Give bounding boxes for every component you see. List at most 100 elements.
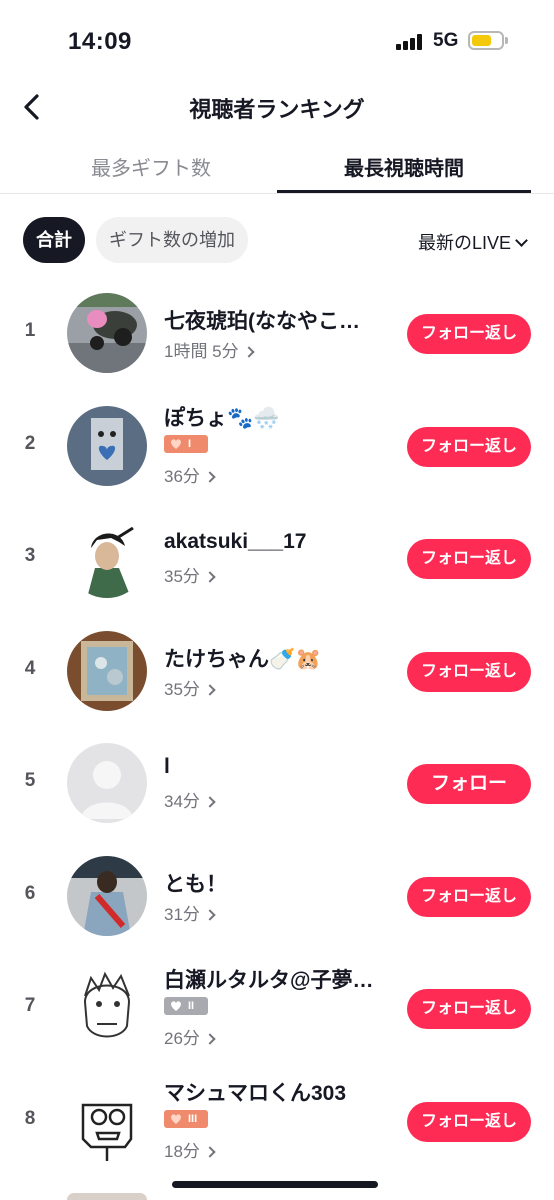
viewer-name[interactable]: たけちゃん🍼🐹 <box>164 643 321 673</box>
sort-dropdown[interactable]: 最新のLIVE <box>417 229 528 255</box>
rank-number: 3 <box>24 545 36 566</box>
chevron-right-icon <box>204 908 216 921</box>
viewer-info: とも！ 31分 <box>164 839 394 951</box>
avatar[interactable] <box>67 518 147 598</box>
list-item: 7 白瀬ルタルタ@子夢… II 26分 フォロー返し <box>0 951 554 1064</box>
viewer-info: akatsuki___17 35分 <box>164 501 394 613</box>
avatar[interactable] <box>67 1080 147 1161</box>
fan-level-badge: III <box>164 1109 208 1128</box>
viewer-name[interactable]: l <box>164 755 170 779</box>
viewer-name[interactable]: とも！ <box>164 868 227 898</box>
follow-button[interactable]: フォロー <box>407 764 531 804</box>
rank-number: 4 <box>24 657 36 679</box>
viewer-info: 白瀬ルタルタ@子夢… II 26分 <box>164 951 394 1063</box>
default-avatar-icon <box>67 743 147 823</box>
avatar[interactable] <box>67 855 147 936</box>
list-item: 3 akatsuki___17 35分 フォロー返し <box>0 501 554 614</box>
watch-duration-text: 18分 <box>164 1141 200 1161</box>
viewer-info: l 34分 <box>164 726 394 838</box>
chevron-down-icon <box>515 234 528 247</box>
fan-level: II <box>188 1000 195 1012</box>
rank-number: 7 <box>24 995 36 1016</box>
watch-duration-text: 36分 <box>164 466 200 486</box>
heart-icon <box>171 438 181 449</box>
list-item: 5 l 34分 フォロー <box>0 726 554 839</box>
viewer-ranking-list: 1 七夜琥珀(ななやこ… 1時間 5分 フォロー返し 2 ぽちょ🐾🌨️ I 36… <box>0 276 554 1176</box>
watch-duration[interactable]: 1時間 5分 <box>164 337 255 362</box>
watch-duration[interactable]: 18分 <box>164 1137 216 1162</box>
list-item: 2 ぽちょ🐾🌨️ I 36分 フォロー返し <box>0 389 554 502</box>
tab-longest-watch-time[interactable]: 最長視聴時間 <box>277 152 531 181</box>
avatar[interactable] <box>67 630 147 711</box>
watch-duration[interactable]: 35分 <box>164 675 216 700</box>
watch-duration[interactable]: 26分 <box>164 1024 216 1049</box>
heart-icon <box>171 1113 181 1124</box>
rank-number: 2 <box>24 432 36 454</box>
page-title: 視聴者ランキング <box>189 97 365 122</box>
battery-icon <box>468 31 504 50</box>
filter-bar: 合計 ギフト数の増加 最新のLIVE <box>0 217 554 263</box>
battery-tip <box>505 37 508 44</box>
avatar[interactable] <box>67 743 147 823</box>
viewer-name[interactable]: ぽちょ🐾🌨️ <box>164 402 279 432</box>
fan-level: III <box>188 1112 198 1125</box>
list-item: 4 たけちゃん🍼🐹 35分 フォロー返し <box>0 614 554 727</box>
home-indicator[interactable] <box>172 1181 378 1188</box>
viewer-name[interactable]: マシュマロくん303 <box>164 1077 346 1107</box>
tab-bar: 最多ギフト数 最長視聴時間 <box>0 142 554 194</box>
watch-duration-text: 31分 <box>164 904 200 924</box>
chevron-right-icon <box>204 1145 216 1158</box>
network-label: 5G <box>433 30 459 51</box>
viewer-name[interactable]: 白瀬ルタルタ@子夢… <box>164 964 373 994</box>
viewer-info: ぽちょ🐾🌨️ I 36分 <box>164 389 394 501</box>
list-item: 6 とも！ 31分 フォロー返し <box>0 839 554 952</box>
viewer-info: 七夜琥珀(ななやこ… 1時間 5分 <box>164 276 394 388</box>
rank-number: 8 <box>24 1107 36 1129</box>
status-time: 14:09 <box>68 28 132 55</box>
header: 視聴者ランキング <box>0 80 554 134</box>
tab-most-gifts[interactable]: 最多ギフト数 <box>24 152 278 181</box>
watch-duration-text: 26分 <box>164 1029 200 1048</box>
rank-number: 5 <box>24 770 36 791</box>
watch-duration-text: 35分 <box>164 679 200 699</box>
filter-gift-increase-chip[interactable]: ギフト数の増加 <box>96 217 248 263</box>
viewer-name[interactable]: 七夜琥珀(ななやこ… <box>164 305 360 335</box>
viewer-info: たけちゃん🍼🐹 35分 <box>164 614 394 726</box>
avatar[interactable] <box>67 293 147 373</box>
sort-label: 最新のLIVE <box>417 233 511 253</box>
follow-back-button[interactable]: フォロー返し <box>407 539 531 579</box>
list-item: 1 七夜琥珀(ななやこ… 1時間 5分 フォロー返し <box>0 276 554 389</box>
avatar[interactable] <box>67 968 147 1048</box>
chevron-right-icon <box>204 796 216 808</box>
rank-number: 1 <box>24 320 36 341</box>
filter-total-chip[interactable]: 合計 <box>23 217 85 263</box>
follow-back-button[interactable]: フォロー返し <box>407 989 531 1029</box>
next-avatar-peek <box>67 1193 147 1200</box>
watch-duration[interactable]: 31分 <box>164 900 216 925</box>
status-bar: 14:09 5G <box>0 0 554 80</box>
follow-back-button[interactable]: フォロー返し <box>407 876 531 917</box>
viewer-info: マシュマロくん303 III 18分 <box>164 1064 394 1176</box>
chevron-right-icon <box>204 571 216 583</box>
list-item: 8 マシュマロくん303 III 18分 フォロー返し <box>0 1064 554 1177</box>
chevron-right-icon <box>204 1033 216 1045</box>
avatar[interactable] <box>67 405 147 486</box>
watch-duration[interactable]: 34分 <box>164 787 216 812</box>
follow-back-button[interactable]: フォロー返し <box>407 1101 531 1142</box>
watch-duration-text: 1時間 5分 <box>164 342 239 361</box>
chevron-right-icon <box>204 470 216 483</box>
follow-back-button[interactable]: フォロー返し <box>407 314 531 354</box>
chevron-right-icon <box>204 683 216 696</box>
heart-icon <box>171 1001 181 1011</box>
follow-back-button[interactable]: フォロー返し <box>407 426 531 467</box>
follow-back-button[interactable]: フォロー返し <box>407 651 531 692</box>
watch-duration[interactable]: 35分 <box>164 562 216 587</box>
rank-number: 6 <box>24 882 36 904</box>
chevron-right-icon <box>242 346 255 358</box>
fan-level: I <box>188 437 192 450</box>
fan-level-badge: II <box>164 997 208 1015</box>
viewer-name[interactable]: akatsuki___17 <box>164 530 306 554</box>
watch-duration[interactable]: 36分 <box>164 462 216 487</box>
watch-duration-text: 34分 <box>164 792 200 811</box>
watch-duration-text: 35分 <box>164 567 200 586</box>
